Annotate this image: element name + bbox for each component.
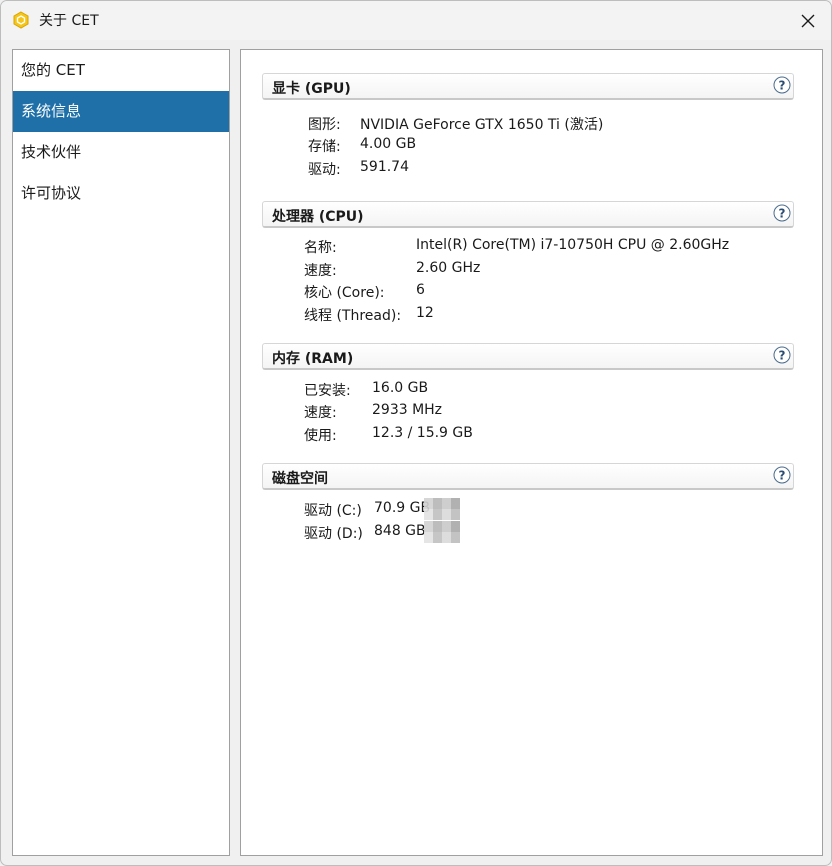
help-icon[interactable]: ?	[773, 346, 791, 364]
cpu-name-value: Intel(R) Core(TM) i7-10750H CPU @ 2.60GH…	[416, 237, 730, 253]
sidebar-item-system-info[interactable]: 系统信息	[13, 91, 229, 132]
svg-text:?: ?	[779, 349, 786, 363]
gpu-memory-label: 存储:	[308, 139, 341, 155]
gpu-memory-value: 4.00 GB	[360, 136, 417, 152]
disk-d-value: 848 GB	[374, 523, 426, 539]
cpu-speed-value: 2.60 GHz	[416, 260, 481, 276]
cpu-core-label: 核心 (Core):	[304, 285, 385, 301]
disk-c-value: 70.9 GB	[374, 500, 431, 516]
sidebar-nav: 您的 CET 系统信息 技术伙伴 许可协议	[12, 49, 230, 856]
section-title-ram: 内存 (RAM)	[272, 351, 354, 367]
svg-text:?: ?	[779, 207, 786, 221]
disk-c-label: 驱动 (C:)	[304, 503, 362, 519]
section-title-cpu: 处理器 (CPU)	[272, 209, 364, 225]
cpu-thread-label: 线程 (Thread):	[304, 308, 402, 324]
svg-text:?: ?	[779, 79, 786, 93]
section-header-cpu: 处理器 (CPU) ?	[262, 201, 794, 228]
gpu-graphics-value: NVIDIA GeForce GTX 1650 Ti (激活)	[360, 117, 604, 133]
gpu-driver-label: 驱动:	[308, 162, 341, 178]
section-title-disk: 磁盘空间	[272, 471, 328, 487]
disk-d-usage-bar-redacted	[424, 521, 460, 543]
sidebar-item-tech-partners[interactable]: 技术伙伴	[13, 132, 229, 173]
ram-usage-label: 使用:	[304, 428, 337, 444]
section-title-gpu: 显卡 (GPU)	[272, 81, 351, 97]
cpu-core-value: 6	[416, 282, 425, 298]
ram-usage-value: 12.3 / 15.9 GB	[372, 425, 473, 441]
cpu-name-label: 名称:	[304, 240, 337, 256]
ram-installed-value: 16.0 GB	[372, 380, 429, 396]
ram-installed-label: 已安装:	[304, 383, 351, 399]
gpu-graphics-label: 图形:	[308, 117, 341, 133]
gpu-driver-value: 591.74	[360, 159, 409, 175]
close-button[interactable]	[785, 1, 831, 40]
cpu-thread-value: 12	[416, 305, 434, 321]
window-title: 关于 CET	[39, 13, 99, 29]
cet-hexagon-icon	[13, 11, 29, 29]
system-info-panel: 显卡 (GPU) ? 图形: NVIDIA GeForce GTX 1650 T…	[240, 49, 823, 856]
section-header-ram: 内存 (RAM) ?	[262, 343, 794, 370]
ram-speed-label: 速度:	[304, 405, 337, 421]
close-icon	[801, 14, 815, 27]
help-icon[interactable]: ?	[773, 76, 791, 94]
about-cet-window: 关于 CET 您的 CET 系统信息 技术伙伴 许可协议 显卡 (GPU) ? …	[0, 0, 832, 866]
ram-speed-value: 2933 MHz	[372, 402, 443, 418]
section-header-gpu: 显卡 (GPU) ?	[262, 73, 794, 100]
disk-d-label: 驱动 (D:)	[304, 526, 363, 542]
cpu-speed-label: 速度:	[304, 263, 337, 279]
sidebar-item-your-cet[interactable]: 您的 CET	[13, 50, 229, 91]
section-header-disk: 磁盘空间 ?	[262, 463, 794, 490]
disk-c-usage-bar-redacted	[424, 498, 460, 520]
sidebar-item-license[interactable]: 许可协议	[13, 173, 229, 214]
help-icon[interactable]: ?	[773, 204, 791, 222]
title-bar: 关于 CET	[1, 1, 831, 40]
svg-text:?: ?	[779, 469, 786, 483]
help-icon[interactable]: ?	[773, 466, 791, 484]
